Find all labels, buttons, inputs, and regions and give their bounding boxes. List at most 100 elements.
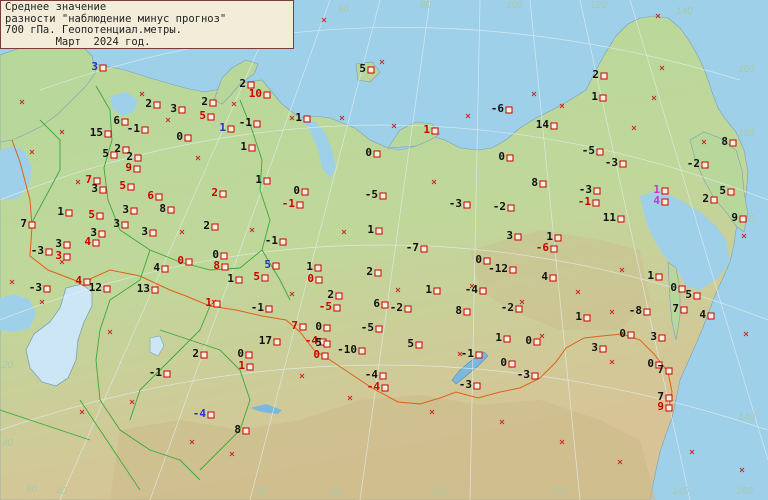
svg-text:80: 80 bbox=[420, 0, 432, 11]
svg-text:60: 60 bbox=[256, 486, 268, 497]
station-value: -1 bbox=[149, 366, 163, 379]
station-box bbox=[141, 126, 149, 134]
station-box bbox=[227, 125, 235, 133]
station-box bbox=[379, 192, 387, 200]
station-value: 4 bbox=[653, 194, 660, 207]
station-value: 3 bbox=[90, 226, 97, 239]
station-value: -10 bbox=[337, 343, 357, 356]
station-box bbox=[592, 199, 600, 207]
station-value: 5 bbox=[102, 147, 109, 160]
station-box bbox=[301, 188, 309, 196]
station-box bbox=[463, 308, 471, 316]
station-box bbox=[133, 165, 141, 173]
station-value: 17 bbox=[259, 334, 272, 347]
station-value: 1 bbox=[57, 205, 64, 218]
station-value: 5 bbox=[119, 179, 126, 192]
station-value: 1 bbox=[423, 123, 430, 136]
station-value: -2 bbox=[390, 301, 403, 314]
station-box bbox=[375, 227, 383, 235]
station-box bbox=[219, 190, 227, 198]
svg-text:40: 40 bbox=[2, 438, 14, 449]
station-value: 0 bbox=[619, 327, 626, 340]
station-value: 3 bbox=[591, 341, 598, 354]
station-value: -3 bbox=[29, 281, 42, 294]
station-box bbox=[242, 427, 250, 435]
station-box bbox=[184, 134, 192, 142]
station-value: 9 bbox=[125, 161, 132, 174]
station-box bbox=[661, 198, 669, 206]
station-value: 8 bbox=[159, 202, 166, 215]
station-value: 5 bbox=[88, 208, 95, 221]
station-value: -5 bbox=[365, 188, 378, 201]
station-box bbox=[265, 305, 273, 313]
station-value: 0 bbox=[475, 253, 482, 266]
station-value: -1 bbox=[127, 122, 141, 135]
station-value: 5 bbox=[253, 270, 260, 283]
station-box bbox=[321, 352, 329, 360]
station-value: 11 bbox=[603, 211, 617, 224]
station-box bbox=[367, 66, 375, 74]
map-canvas: 60 80 100 120 140 160 180 160 140 20 40 … bbox=[0, 0, 768, 500]
station-value: 1 bbox=[255, 173, 262, 186]
station-box bbox=[619, 160, 627, 168]
station-value: 2 bbox=[211, 186, 218, 199]
station-box bbox=[479, 287, 487, 295]
station-box bbox=[680, 306, 688, 314]
station-box bbox=[600, 72, 608, 80]
station-box bbox=[65, 209, 73, 217]
station-box bbox=[213, 300, 221, 308]
station-value: 4 bbox=[75, 274, 82, 287]
station-box bbox=[665, 367, 673, 375]
station-value: 0 bbox=[647, 357, 654, 370]
station-value: -6 bbox=[491, 102, 505, 115]
station-box bbox=[45, 248, 53, 256]
station-value: 8 bbox=[234, 423, 241, 436]
svg-text:120: 120 bbox=[552, 486, 569, 497]
station-value: -4 bbox=[193, 407, 207, 420]
station-box bbox=[263, 91, 271, 99]
station-value: 2 bbox=[702, 192, 709, 205]
station-box bbox=[245, 351, 253, 359]
station-box bbox=[710, 196, 718, 204]
station-box bbox=[314, 264, 322, 272]
station-value: -3 bbox=[449, 197, 462, 210]
station-value: 10 bbox=[249, 87, 262, 100]
station-value: 7 bbox=[657, 363, 664, 376]
station-box bbox=[661, 187, 669, 195]
station-value: 1 bbox=[295, 111, 302, 124]
station-box bbox=[593, 187, 601, 195]
station-value: 3 bbox=[122, 203, 129, 216]
station-box bbox=[211, 223, 219, 231]
station-value: -3 bbox=[605, 156, 618, 169]
station-box bbox=[263, 177, 271, 185]
station-value: 0 bbox=[176, 130, 183, 143]
station-box bbox=[98, 230, 106, 238]
station-value: -4 bbox=[465, 283, 479, 296]
station-value: 12 bbox=[89, 281, 102, 294]
station-box bbox=[315, 276, 323, 284]
station-value: 1 bbox=[591, 90, 598, 103]
station-value: 4 bbox=[541, 270, 548, 283]
station-value: -3 bbox=[517, 368, 530, 381]
station-box bbox=[505, 106, 513, 114]
station-box bbox=[151, 286, 159, 294]
station-value: 5 bbox=[685, 288, 692, 301]
station-value: 1 bbox=[240, 140, 247, 153]
station-box bbox=[665, 394, 673, 402]
svg-text:140: 140 bbox=[672, 486, 689, 497]
station-box bbox=[433, 287, 441, 295]
station-box bbox=[596, 148, 604, 156]
station-box bbox=[508, 360, 516, 368]
station-value: 8 bbox=[531, 176, 538, 189]
station-box bbox=[323, 340, 331, 348]
station-box bbox=[583, 314, 591, 322]
station-box bbox=[127, 183, 135, 191]
station-value: 1 bbox=[495, 331, 502, 344]
station-value: 2 bbox=[592, 68, 599, 81]
station-box bbox=[373, 150, 381, 158]
station-box bbox=[272, 262, 280, 270]
station-box bbox=[707, 312, 715, 320]
svg-text:140: 140 bbox=[676, 6, 693, 17]
station-value: -12 bbox=[488, 262, 508, 275]
station-box bbox=[358, 347, 366, 355]
